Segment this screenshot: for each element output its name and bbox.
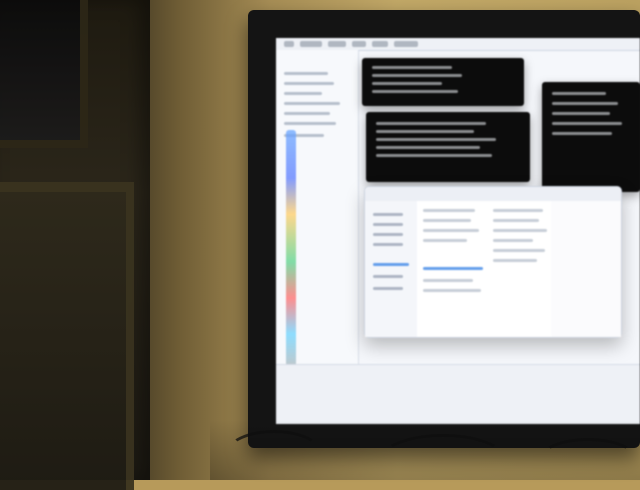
terminal-line (376, 122, 486, 125)
finder-row (423, 239, 467, 242)
finder-row-selected (423, 267, 483, 270)
sidebar-line (284, 72, 328, 75)
door-window (0, 0, 88, 148)
finder-row (423, 289, 481, 292)
finder-sidebar-item (373, 287, 403, 290)
finder-column (487, 201, 552, 337)
finder-window (364, 186, 622, 338)
finder-sidebar (365, 201, 418, 337)
menu-item (300, 41, 322, 47)
terminal-line (372, 74, 462, 77)
terminal-line (372, 82, 442, 85)
finder-preview (551, 201, 621, 337)
bottom-panel (276, 364, 640, 424)
finder-row (493, 239, 533, 242)
monitor-screen (276, 38, 640, 424)
terminal-line (376, 154, 492, 157)
terminal-line (372, 66, 452, 69)
sidebar-line (284, 112, 330, 115)
menu-item (372, 41, 388, 47)
finder-column (417, 201, 488, 337)
terminal-line (372, 90, 458, 93)
door-panel (0, 182, 134, 490)
sidebar-line (284, 92, 322, 95)
finder-row (493, 259, 537, 262)
apple-menu-icon (284, 41, 294, 47)
menu-item (394, 41, 418, 47)
menu-item (328, 41, 346, 47)
terminal-line (552, 92, 606, 95)
finder-row (493, 209, 543, 212)
terminal-line (552, 112, 610, 115)
finder-sidebar-selected (373, 263, 409, 266)
cable (540, 438, 636, 478)
terminal-line (376, 146, 480, 149)
finder-row (423, 219, 471, 222)
finder-row (493, 219, 539, 222)
finder-row (493, 249, 545, 252)
terminal-line (552, 102, 618, 105)
cable (226, 430, 322, 476)
finder-sidebar-item (373, 213, 403, 216)
terminal-line (552, 122, 622, 125)
finder-row (423, 279, 473, 282)
finder-row (493, 229, 547, 232)
cables (210, 420, 640, 480)
terminal-line (376, 130, 474, 133)
terminal-top-right (542, 82, 640, 192)
terminal-line (552, 132, 612, 135)
terminal-middle (366, 112, 530, 182)
sidebar-line (284, 82, 334, 85)
finder-sidebar-item (373, 233, 403, 236)
finder-row (423, 209, 475, 212)
finder-sidebar-item (373, 243, 403, 246)
finder-row (423, 229, 479, 232)
terminal-top-left (362, 58, 524, 106)
menu-item (352, 41, 366, 47)
finder-titlebar (365, 187, 621, 202)
dock (286, 130, 296, 370)
finder-sidebar-item (373, 223, 403, 226)
cable (380, 434, 506, 484)
finder-sidebar-item (373, 275, 403, 278)
sidebar-line (284, 102, 340, 105)
terminal-line (376, 138, 496, 141)
sidebar-line (284, 122, 336, 125)
